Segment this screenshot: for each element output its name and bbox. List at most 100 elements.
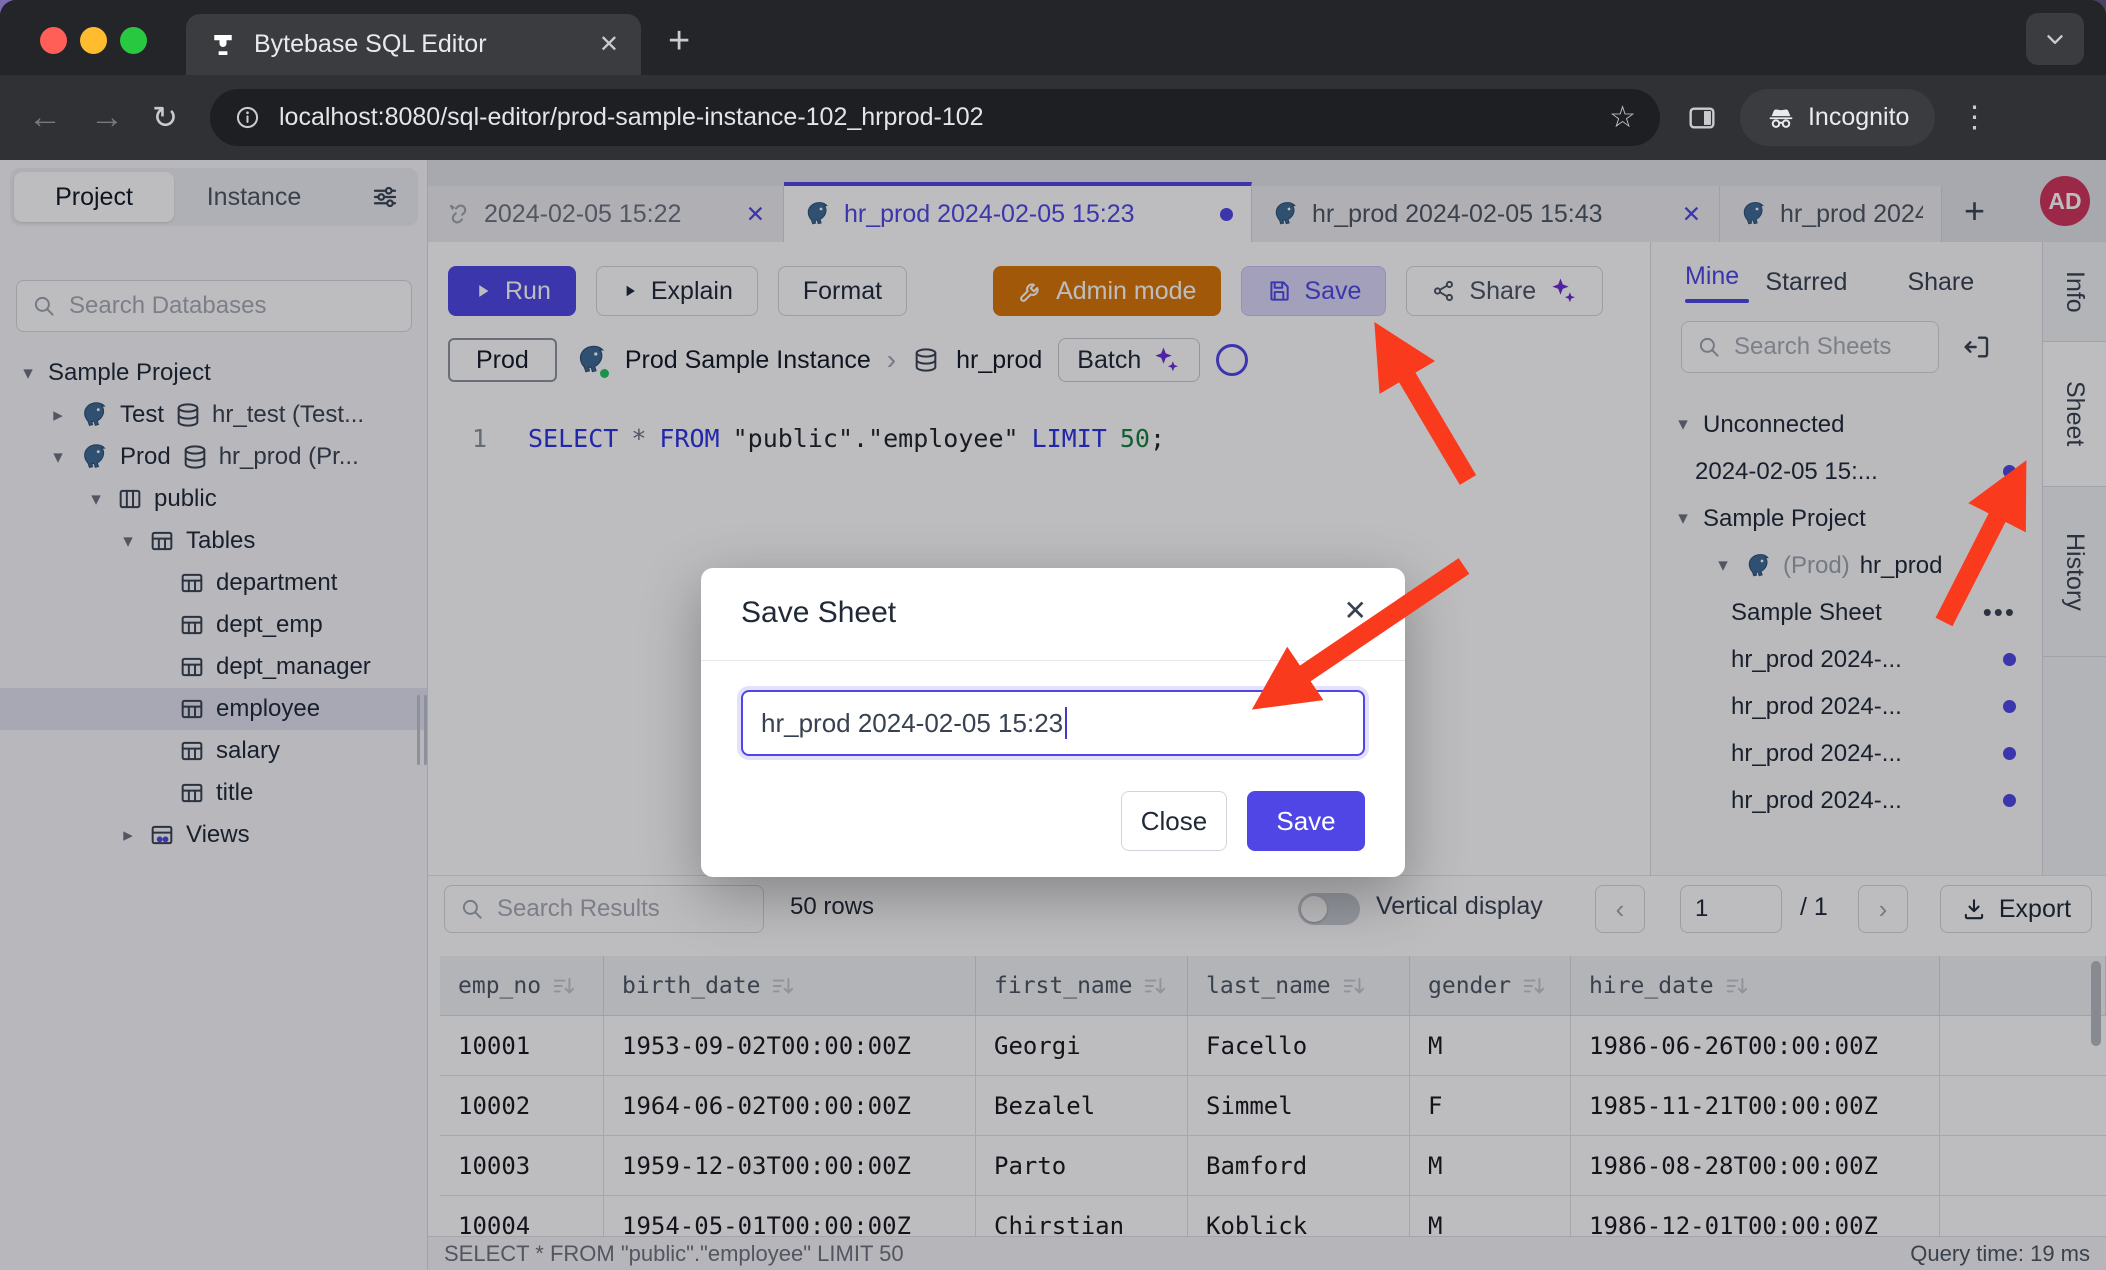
- tab-instance[interactable]: Instance: [174, 183, 334, 212]
- macos-minimize-button[interactable]: [80, 27, 107, 54]
- url-text[interactable]: localhost:8080/sql-editor/prod-sample-in…: [279, 103, 1591, 132]
- close-tab-icon[interactable]: ✕: [1682, 201, 1701, 228]
- caret-right-icon[interactable]: ▸: [48, 404, 68, 427]
- explain-button[interactable]: Explain: [596, 266, 758, 316]
- table-scrollbar[interactable]: [2091, 961, 2101, 1046]
- tree-item-views-group[interactable]: ▸ Views: [0, 814, 427, 856]
- table-row[interactable]: 10003 1959-12-03T00:00:00Z Parto Bamford…: [440, 1136, 2106, 1196]
- column-header-hire-date[interactable]: hire_date: [1571, 956, 1940, 1016]
- add-sheet-button[interactable]: +: [1964, 190, 1985, 232]
- sheet-item-sample-sheet[interactable]: Sample Sheet •••: [1651, 589, 2042, 636]
- table-row[interactable]: 10002 1964-06-02T00:00:00Z Bezalel Simme…: [440, 1076, 2106, 1136]
- column-header-emp-no[interactable]: emp_no: [440, 956, 604, 1016]
- macos-zoom-button[interactable]: [120, 27, 147, 54]
- side-panel-icon[interactable]: [1686, 102, 1718, 134]
- close-tab-icon[interactable]: ✕: [746, 201, 765, 228]
- site-info-icon[interactable]: [234, 104, 261, 131]
- table-row[interactable]: 10001 1953-09-02T00:00:00Z Georgi Facell…: [440, 1016, 2106, 1076]
- browser-tab[interactable]: Bytebase SQL Editor ✕: [186, 14, 641, 75]
- sheet-item[interactable]: 2024-02-05 15:...: [1651, 448, 2042, 495]
- sheet-item[interactable]: hr_prod 2024-...: [1651, 777, 2042, 824]
- sheet-item[interactable]: hr_prod 2024-...: [1651, 730, 2042, 777]
- bookmark-star-icon[interactable]: ☆: [1609, 100, 1636, 135]
- tree-item-department[interactable]: department: [0, 562, 427, 604]
- tree-item-public-schema[interactable]: ▾ public: [0, 478, 427, 520]
- sort-icon[interactable]: [1142, 973, 1168, 999]
- vtab-sheet[interactable]: Sheet: [2043, 342, 2106, 487]
- caret-down-icon[interactable]: ▾: [86, 488, 106, 511]
- column-header-first-name[interactable]: first_name: [976, 956, 1188, 1016]
- sheet-group-prod-hr-prod[interactable]: ▾ (Prod) hr_prod: [1651, 542, 2042, 589]
- tab-starred[interactable]: Starred: [1739, 268, 1873, 297]
- vertical-display-toggle[interactable]: [1298, 893, 1360, 925]
- tree-item-dept-manager[interactable]: dept_manager: [0, 646, 427, 688]
- caret-down-icon[interactable]: ▾: [1673, 507, 1693, 530]
- batch-button[interactable]: Batch: [1058, 338, 1200, 382]
- tab-close-icon[interactable]: ✕: [599, 30, 619, 59]
- reload-button[interactable]: ↻: [152, 100, 178, 136]
- save-button[interactable]: Save: [1241, 266, 1386, 316]
- vtab-history[interactable]: History: [2043, 487, 2106, 657]
- browser-menu-icon[interactable]: ⋮: [1959, 100, 1989, 135]
- sheet-group-sample-project[interactable]: ▾ Sample Project: [1651, 495, 2042, 542]
- sheet-more-menu-icon[interactable]: •••: [1983, 597, 2016, 628]
- prev-page-button[interactable]: ‹: [1595, 885, 1645, 933]
- format-button[interactable]: Format: [778, 266, 907, 316]
- table-row[interactable]: 10004 1954-05-01T00:00:00Z Chirstian Kob…: [440, 1196, 2106, 1236]
- user-avatar[interactable]: AD: [2040, 176, 2090, 226]
- forward-button[interactable]: →: [90, 98, 124, 137]
- sheet-item[interactable]: hr_prod 2024-...: [1651, 683, 2042, 730]
- caret-down-icon[interactable]: ▾: [1673, 413, 1693, 436]
- dialog-close-icon[interactable]: ✕: [1344, 594, 1367, 627]
- instance-name[interactable]: Prod Sample Instance: [625, 346, 871, 375]
- results-search-input[interactable]: Search Results: [444, 885, 764, 933]
- tab-share[interactable]: Share: [1874, 268, 2008, 297]
- database-name[interactable]: hr_prod: [956, 346, 1042, 375]
- tree-item-prod-instance[interactable]: ▾ Prod hr_prod (Pr...: [0, 436, 427, 478]
- run-button[interactable]: Run: [448, 266, 576, 316]
- column-header-birth-date[interactable]: birth_date: [604, 956, 976, 1016]
- tab-search-button[interactable]: [2026, 13, 2084, 65]
- column-header-gender[interactable]: gender: [1410, 956, 1571, 1016]
- caret-down-icon[interactable]: ▾: [1713, 554, 1733, 577]
- sheet-tab-4[interactable]: hr_prod 2024-0: [1720, 186, 1942, 242]
- tree-item-tables-group[interactable]: ▾ Tables: [0, 520, 427, 562]
- filter-tune-icon[interactable]: [370, 182, 400, 212]
- sort-icon[interactable]: [770, 973, 796, 999]
- url-bar[interactable]: localhost:8080/sql-editor/prod-sample-in…: [210, 89, 1660, 146]
- sheet-tab-unconnected[interactable]: 2024-02-05 15:22 ✕: [428, 186, 784, 242]
- tab-mine[interactable]: Mine: [1685, 262, 1739, 303]
- sheet-name-input[interactable]: hr_prod 2024-02-05 15:23: [741, 690, 1365, 756]
- new-tab-button[interactable]: +: [668, 22, 690, 60]
- sheet-search-input[interactable]: Search Sheets: [1681, 321, 1939, 373]
- sheet-tab-3[interactable]: hr_prod 2024-02-05 15:43 ✕: [1252, 186, 1720, 242]
- tree-item-test-instance[interactable]: ▸ Test hr_test (Test...: [0, 394, 427, 436]
- tab-project[interactable]: Project: [14, 172, 174, 222]
- vtab-info[interactable]: Info: [2043, 242, 2106, 342]
- dialog-save-button[interactable]: Save: [1247, 791, 1365, 851]
- caret-down-icon[interactable]: ▾: [18, 362, 38, 385]
- tree-item-sample-project[interactable]: ▾ Sample Project: [0, 352, 427, 394]
- sort-icon[interactable]: [1341, 973, 1367, 999]
- tree-item-title[interactable]: title: [0, 772, 427, 814]
- admin-mode-button[interactable]: Admin mode: [993, 266, 1221, 316]
- export-button[interactable]: Export: [1940, 885, 2092, 933]
- caret-right-icon[interactable]: ▸: [118, 824, 138, 847]
- dialog-close-button[interactable]: Close: [1121, 791, 1227, 851]
- back-button[interactable]: ←: [28, 98, 62, 137]
- sheet-tab-active[interactable]: hr_prod 2024-02-05 15:23: [784, 182, 1252, 242]
- next-page-button[interactable]: ›: [1858, 885, 1908, 933]
- macos-close-button[interactable]: [40, 27, 67, 54]
- caret-down-icon[interactable]: ▾: [118, 530, 138, 553]
- sort-icon[interactable]: [1521, 973, 1547, 999]
- share-button[interactable]: Share: [1406, 266, 1603, 316]
- environment-badge[interactable]: Prod: [448, 338, 557, 382]
- column-header-last-name[interactable]: last_name: [1188, 956, 1410, 1016]
- tree-item-salary[interactable]: salary: [0, 730, 427, 772]
- sheet-item[interactable]: hr_prod 2024-...: [1651, 636, 2042, 683]
- collapse-panel-icon[interactable]: [1961, 331, 1993, 363]
- sheet-group-unconnected[interactable]: ▾ Unconnected: [1651, 401, 2042, 448]
- tree-item-dept-emp[interactable]: dept_emp: [0, 604, 427, 646]
- sort-icon[interactable]: [1724, 973, 1750, 999]
- sql-code-area[interactable]: 1 SELECT*FROM"public"."employee"LIMIT50;: [428, 400, 1650, 424]
